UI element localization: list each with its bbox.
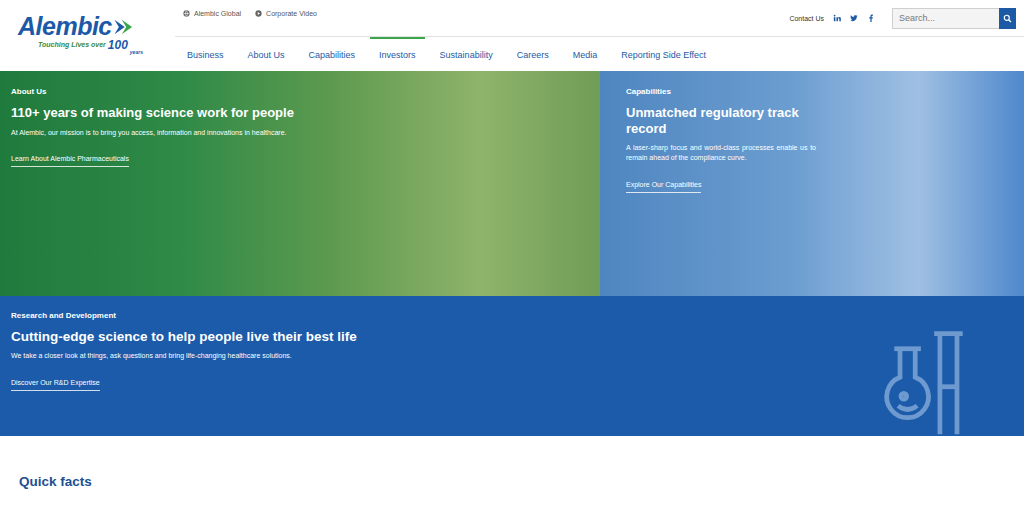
main-nav: BusinessAbout UsCapabilitiesInvestorsSus… [175,37,1024,70]
nav-item[interactable]: Sustainability [431,37,502,70]
search-box [892,8,1016,29]
contact-link[interactable]: Contact Us [789,15,824,22]
top-link[interactable]: Alembic Global [183,10,241,17]
panel-body: At Alembic, our mission is to bring you … [11,128,311,138]
top-bar: Alembic Global Corporate Video Contact Us [175,0,1024,37]
logo-name: Alembic [18,14,112,39]
magnifier-icon [1003,14,1012,23]
quick-facts: Quick facts [0,436,1024,489]
panel-eyebrow: Capabilities [626,87,816,96]
rd-eyebrow: Research and Development [11,311,357,320]
nav-item[interactable]: Business [178,37,233,70]
top-link-label: Corporate Video [266,10,317,17]
panel-link[interactable]: Explore Our Capabilities [626,181,701,193]
logo-wordmark: Alembic [18,14,175,39]
nav-item[interactable]: Capabilities [300,37,365,70]
nav-item[interactable]: Investors [370,37,425,70]
tagline-text: Touching Lives over [38,41,106,48]
panel-link[interactable]: Learn About Alembic Pharmaceuticals [11,155,129,167]
panel-title: 110+ years of making science work for pe… [11,105,311,121]
nav-item[interactable]: About Us [239,37,294,70]
linkedin-icon[interactable] [833,14,841,22]
search-input[interactable] [892,8,999,29]
hero: About Us 110+ years of making science wor… [0,71,1024,296]
logo-tagline: Touching Lives over100years [38,41,175,55]
rd-content: Research and Development Cutting-edge sci… [0,296,368,436]
logo[interactable]: Alembic Touching Lives over100years [0,0,175,71]
chevron-icon [113,18,135,36]
globe-icon [183,10,190,17]
utility-bar: Contact Us [789,8,1016,29]
hero-panel: About Us 110+ years of making science wor… [0,71,600,296]
panel-title: Unmatched regulatory track record [626,105,816,136]
panel-body: A laser-sharp focus and world-class proc… [626,143,816,163]
panel-eyebrow: About Us [11,87,311,96]
hero-panel: Capabilities Unmatched regulatory track r… [600,71,1024,296]
header-right: Alembic Global Corporate Video Contact Us B… [175,0,1024,71]
panel-content: Capabilities Unmatched regulatory track r… [600,71,827,209]
tagline-years: 100 [108,39,128,51]
page: AlembicTouching Lives over100yearsAlembi… [0,0,1024,510]
nav-item[interactable]: Reporting Side Effect [612,37,715,70]
rd-title: Cutting-edge science to help people live… [11,329,357,344]
nav-item[interactable]: Media [564,37,607,70]
search-button[interactable] [999,8,1016,29]
tagline-years-label: years [130,49,143,55]
rd-link[interactable]: Discover Our R&D Expertise [11,379,100,391]
top-link-label: Alembic Global [194,10,241,17]
facebook-icon[interactable] [867,14,875,22]
play-icon [255,10,262,17]
twitter-icon[interactable] [850,14,858,22]
quick-facts-title: Quick facts [19,474,1005,489]
nav-item[interactable]: Careers [508,37,558,70]
flask-icon [881,328,976,436]
top-link[interactable]: Corporate Video [255,10,317,17]
site-header: AlembicTouching Lives over100yearsAlembi… [0,0,1024,71]
top-links: Alembic Global Corporate Video [183,10,317,17]
rd-band: Research and Development Cutting-edge sci… [0,296,1024,436]
rd-body: We take a closer look at things, ask que… [11,351,357,361]
panel-content: About Us 110+ years of making science wor… [0,71,322,183]
